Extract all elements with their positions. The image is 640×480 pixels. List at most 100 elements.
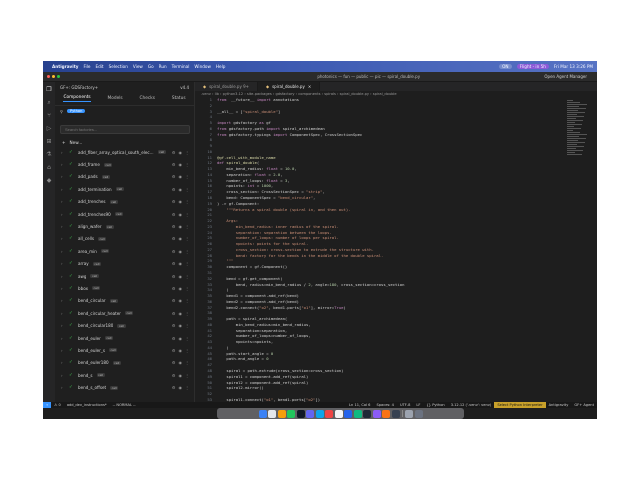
select-interpreter-button[interactable]: Select Python Interpreter [494,402,546,408]
build-icon[interactable]: ⚙ [172,336,176,341]
build-icon[interactable]: ⚙ [172,274,176,279]
more-icon[interactable]: ⋮ [185,336,189,341]
editor-tab[interactable]: ◆ spiral_double.py 9+ [195,82,258,91]
view-icon[interactable]: ◉ [179,323,183,328]
chevron-right-icon[interactable]: › [61,348,65,353]
list-item[interactable]: › ✓ area_min cell ⚙ ◉ ⋮ [55,245,194,257]
menu-terminal[interactable]: Terminal [172,64,190,69]
more-icon[interactable]: ⋮ [185,199,189,204]
chevron-right-icon[interactable]: › [61,162,65,167]
list-item[interactable]: › ✓ bend_circular cell ⚙ ◉ ⋮ [55,295,194,307]
activity-monitor-icon[interactable] [391,409,400,418]
build-icon[interactable]: ⚙ [172,373,176,378]
list-item[interactable]: › ✓ add_trenches cell ⚙ ◉ ⋮ [55,196,194,208]
status-indentation[interactable]: Spaces: 4 [373,403,396,407]
search-factories-input[interactable] [60,125,190,134]
status-python-version[interactable]: 3.12.12 ('.venv': venv) [448,403,495,407]
chevron-right-icon[interactable]: › [61,199,65,204]
build-icon[interactable]: ⚙ [172,174,176,179]
run-debug-icon[interactable]: ▷ [46,125,53,132]
menu-app-name[interactable]: Antigravity [52,64,78,69]
menu-status-on[interactable]: ON [499,64,512,69]
menu-edit[interactable]: Edit [95,64,103,69]
view-icon[interactable]: ◉ [179,187,183,192]
remote-indicator[interactable]: ⌁ [43,402,52,408]
trash-icon[interactable] [414,409,423,418]
build-icon[interactable]: ⚙ [172,360,176,365]
chevron-right-icon[interactable]: › [61,373,65,378]
excel-icon[interactable] [353,409,362,418]
list-item[interactable]: › ✓ add_fiber_array_optical_south_elec... c… [55,146,194,158]
build-icon[interactable]: ⚙ [172,385,176,390]
view-icon[interactable]: ◉ [179,286,183,291]
more-icon[interactable]: ⋮ [185,224,189,229]
status-antigravity[interactable]: Antigravity [546,403,572,407]
close-tab-icon[interactable]: × [308,84,311,89]
remote-icon[interactable]: ⌂ [46,164,53,171]
view-icon[interactable]: ◉ [179,298,183,303]
search-icon[interactable]: ⌕ [46,99,53,106]
list-item[interactable]: › ✓ add_pads cell ⚙ ◉ ⋮ [55,171,194,183]
notes-icon[interactable] [334,409,343,418]
chevron-right-icon[interactable]: › [61,336,65,341]
build-icon[interactable]: ⚙ [172,249,176,254]
view-icon[interactable]: ◉ [179,199,183,204]
build-icon[interactable]: ⚙ [172,311,176,316]
more-icon[interactable]: ⋮ [185,360,189,365]
menu-clock[interactable]: Fri Mar 13 3:26 PM [554,64,593,69]
more-icon[interactable]: ⋮ [185,385,189,390]
list-item[interactable]: › ✓ bend_s cell ⚙ ◉ ⋮ [55,369,194,381]
view-icon[interactable]: ◉ [179,174,183,179]
list-item[interactable]: › ✓ bend_euler_s cell ⚙ ◉ ⋮ [55,344,194,356]
more-icon[interactable]: ⋮ [185,373,189,378]
build-icon[interactable]: ⚙ [172,286,176,291]
status-cursor-position[interactable]: Ln 11, Col 6 [346,403,373,407]
build-icon[interactable]: ⚙ [172,298,176,303]
status-branch[interactable]: add_dev_instructions* [64,403,110,407]
filter-icon[interactable]: ⚲ [60,109,63,114]
minimize-window-button[interactable] [52,75,55,78]
source-control-icon[interactable]: ⑂ [46,112,53,119]
extensions-icon[interactable]: ⊞ [46,138,53,145]
messages-icon[interactable] [287,409,295,418]
settings-icon[interactable] [363,409,371,418]
chevron-right-icon[interactable]: › [61,311,65,316]
calendar-icon[interactable] [325,409,333,418]
list-item[interactable]: › ✓ bend_circular_heater cell ⚙ ◉ ⋮ [55,307,194,319]
photos-icon[interactable] [382,409,390,418]
tab-status[interactable]: Status [172,96,186,101]
chevron-right-icon[interactable]: › [61,174,65,179]
more-icon[interactable]: ⋮ [185,249,189,254]
build-icon[interactable]: ⚙ [172,150,176,155]
zoom-window-button[interactable] [57,75,60,78]
chevron-right-icon[interactable]: › [61,360,65,365]
list-item[interactable]: › ✓ add_trenches90 cell ⚙ ◉ ⋮ [55,208,194,220]
chevron-right-icon[interactable]: › [61,274,65,279]
chevron-right-icon[interactable]: › [61,212,65,217]
status-eol[interactable]: LF [413,403,423,407]
downloads-icon[interactable] [405,409,413,418]
chevron-right-icon[interactable]: › [61,286,65,291]
view-icon[interactable]: ◉ [179,274,183,279]
list-item[interactable]: › ✓ bend_euler180 cell ⚙ ◉ ⋮ [55,357,194,369]
build-icon[interactable]: ⚙ [172,348,176,353]
status-encoding[interactable]: UTF-8 [397,403,413,407]
chevron-right-icon[interactable]: › [61,187,65,192]
testing-icon[interactable]: ⚗ [46,151,53,158]
menu-file[interactable]: File [83,64,90,69]
list-item[interactable]: › ✓ add_frame cell ⚙ ◉ ⋮ [55,158,194,170]
tab-models[interactable]: Models [108,96,123,101]
view-icon[interactable]: ◉ [179,360,183,365]
gf-plus-icon[interactable]: ◆ [46,177,53,184]
view-icon[interactable]: ◉ [179,348,183,353]
status-problems[interactable]: ⚠ 0 [51,403,64,407]
view-icon[interactable]: ◉ [179,261,183,266]
explorer-icon[interactable]: ❐ [46,86,53,93]
list-item[interactable]: › ✓ add_termination cell ⚙ ◉ ⋮ [55,183,194,195]
menu-help[interactable]: Help [216,64,226,69]
close-window-button[interactable] [47,75,50,78]
view-icon[interactable]: ◉ [179,311,183,316]
view-icon[interactable]: ◉ [179,150,183,155]
build-icon[interactable]: ⚙ [172,323,176,328]
view-icon[interactable]: ◉ [179,336,183,341]
